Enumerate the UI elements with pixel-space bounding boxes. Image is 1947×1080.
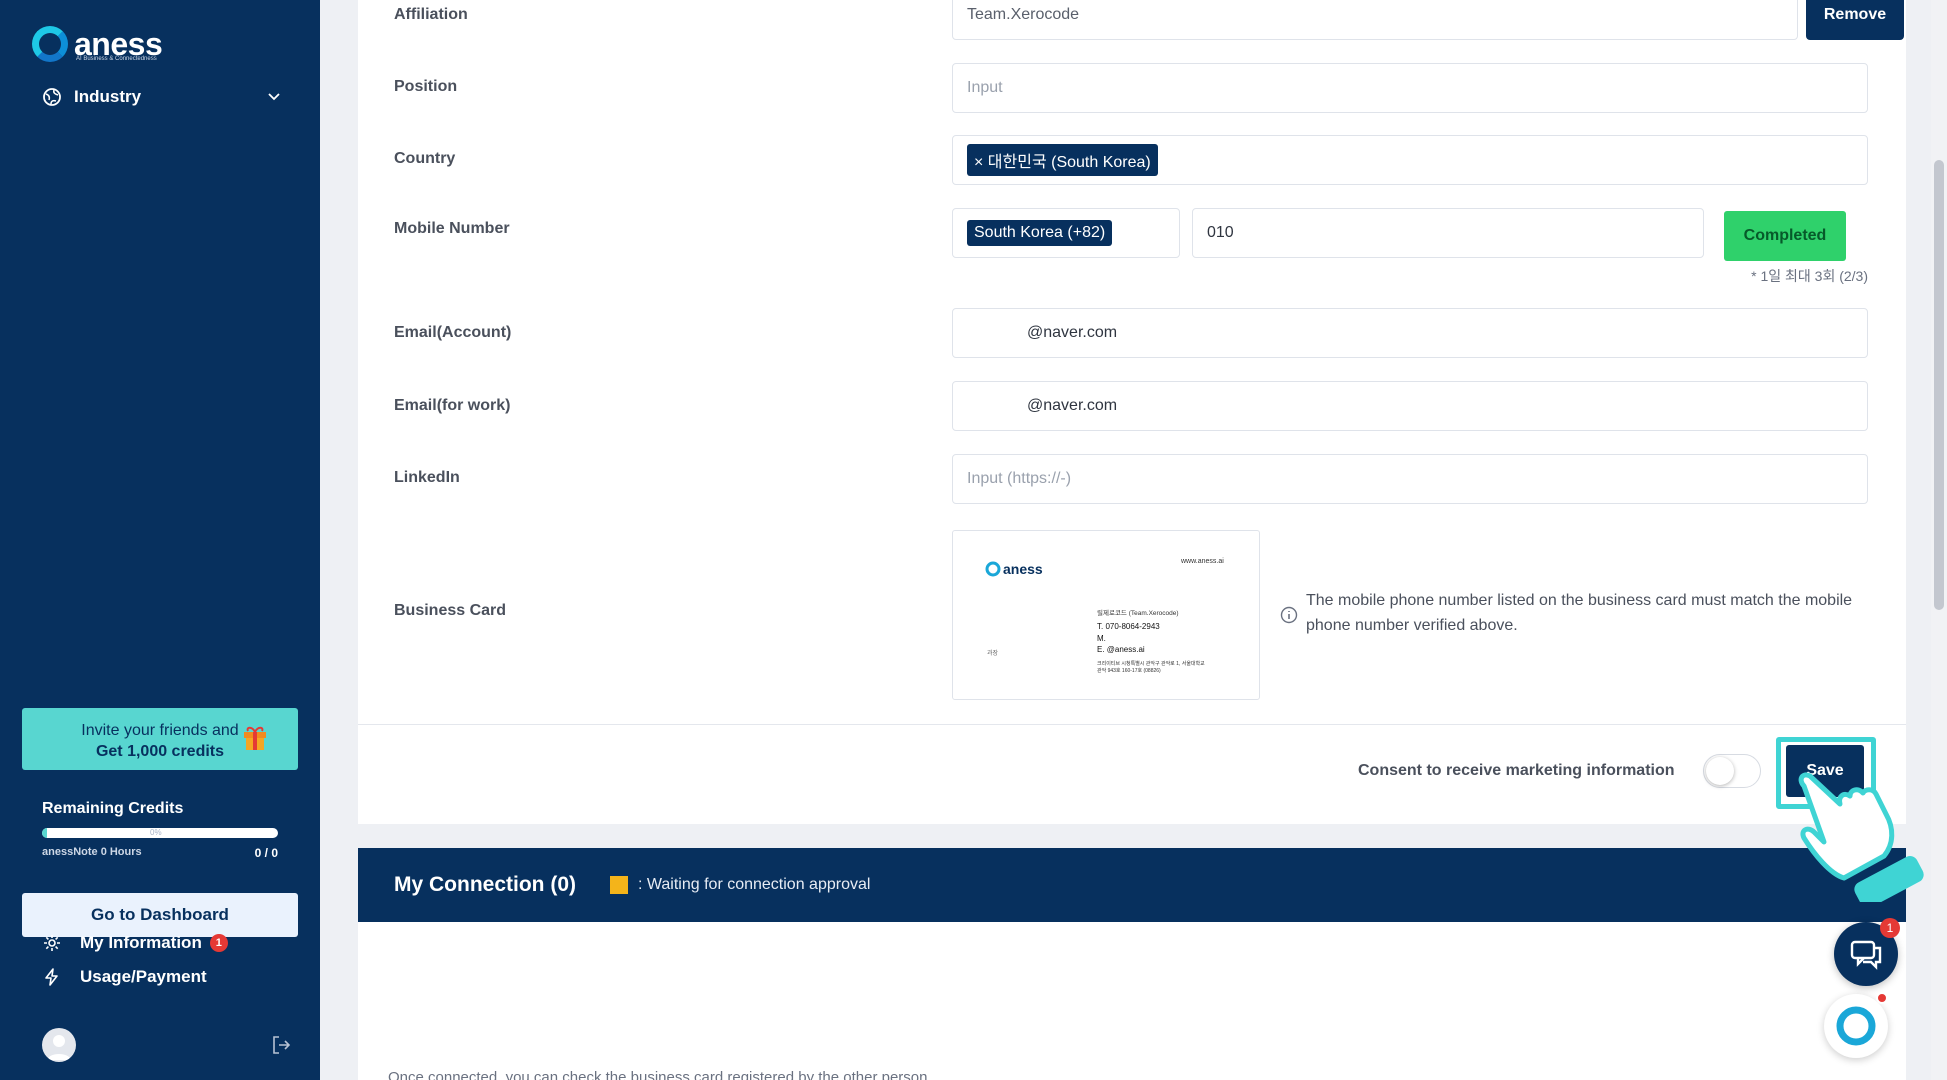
toggle-knob	[1706, 757, 1734, 785]
nav-usage-payment[interactable]: Usage/Payment	[42, 964, 207, 990]
profile-form-card: Affiliation Team.Xerocode Remove Positio…	[358, 0, 1906, 824]
credits-percent-label: 0%	[150, 828, 162, 837]
sidebar: aness AI Business & Connectedness Indust…	[0, 0, 320, 1080]
divider	[358, 724, 1906, 725]
nav-my-information[interactable]: My Information 1	[42, 930, 228, 956]
remaining-credits-title: Remaining Credits	[42, 800, 184, 817]
position-label: Position	[394, 78, 458, 95]
credits-progress-fill	[42, 828, 47, 838]
gear-icon	[44, 935, 60, 951]
notification-badge: 1	[209, 934, 228, 952]
invite-banner[interactable]: Invite your friends and Get 1,000 credit…	[22, 708, 298, 770]
marketing-consent-toggle[interactable]	[1703, 754, 1761, 788]
scrollbar-thumb[interactable]	[1934, 160, 1944, 610]
logout-icon[interactable]	[270, 1034, 292, 1056]
industry-label: Industry	[74, 87, 142, 106]
business-card-label: Business Card	[394, 602, 507, 619]
country-label: Country	[394, 150, 456, 167]
card-url-text: www.aness.ai	[1180, 558, 1224, 565]
card-email-text: E. @aness.ai	[1097, 645, 1145, 654]
linkedin-label: LinkedIn	[394, 469, 460, 486]
my-connection-header: My Connection (0) : Waiting for connecti…	[358, 848, 1906, 922]
position-input[interactable]: Input	[952, 63, 1868, 113]
my-connection-title: My Connection (0)	[394, 873, 576, 896]
business-card-preview: aness www.aness.ai 릴제로코드 (Team.Xerocode)…	[985, 558, 1224, 674]
pointing-hand-icon	[1798, 772, 1924, 902]
assistant-button[interactable]	[1824, 994, 1888, 1058]
email-work-label: Email(for work)	[394, 397, 511, 414]
logo[interactable]: aness AI Business & Connectedness	[32, 26, 163, 62]
affiliation-value: Team.Xerocode	[967, 6, 1080, 23]
lightning-icon	[45, 968, 58, 986]
card-company-text: 릴제로코드 (Team.Xerocode)	[1097, 609, 1179, 617]
card-mobile-text: M.	[1097, 634, 1106, 643]
scrollbar[interactable]	[1931, 0, 1947, 1080]
my-connection-body: Once connected, you can check the busine…	[358, 922, 1906, 1080]
card-address-line-1: 크리이티브 시청특별시 관악구 관악로 1, 서울대학교	[1097, 660, 1205, 667]
nav-label: Usage/Payment	[80, 967, 207, 986]
industry-dropdown[interactable]: Industry	[42, 82, 282, 112]
pending-legend-swatch	[610, 876, 628, 894]
card-logo-text: aness	[1003, 561, 1043, 577]
verification-completed-button[interactable]: Completed	[1724, 211, 1846, 261]
affiliation-label: Affiliation	[394, 6, 468, 23]
card-role-text: 과장	[987, 649, 999, 657]
card-phone-text: T. 070-8064-2943	[1097, 622, 1160, 631]
logo-text: aness	[74, 26, 163, 62]
country-select[interactable]: × 대한민국 (South Korea)	[952, 135, 1868, 185]
main-content: Affiliation Team.Xerocode Remove Positio…	[320, 0, 1947, 1080]
email-work-value: @naver.com	[1027, 397, 1118, 414]
email-account-field[interactable]: @naver.com	[952, 308, 1868, 358]
card-address-line-2: 관악 943호 160-17호 (08826)	[1097, 667, 1161, 674]
country-tag[interactable]: × 대한민국 (South Korea)	[967, 144, 1158, 176]
remove-button[interactable]: Remove	[1806, 0, 1904, 40]
affiliation-field[interactable]: Team.Xerocode	[952, 0, 1798, 40]
linkedin-placeholder: Input (https://-)	[967, 470, 1072, 487]
gift-icon	[244, 726, 266, 750]
nav-label: My Information	[80, 933, 202, 952]
info-icon	[1280, 606, 1298, 624]
marketing-consent-label: Consent to receive marketing information	[1358, 762, 1675, 779]
mobile-number-input[interactable]: 010	[1192, 208, 1704, 258]
avatar[interactable]	[42, 1028, 76, 1062]
user-icon	[47, 1035, 71, 1060]
verification-limit-note: * 1일 최대 3회 (2/3)	[1751, 268, 1868, 284]
globe-icon	[43, 88, 61, 106]
chat-notification-badge: 1	[1880, 918, 1900, 938]
email-account-label: Email(Account)	[394, 324, 512, 341]
aness-assistant-icon	[1836, 1006, 1876, 1046]
position-placeholder: Input	[967, 79, 1003, 96]
credits-note: anessNote 0 Hours	[42, 846, 142, 858]
email-work-input[interactable]: @naver.com	[952, 381, 1868, 431]
pending-legend-text: : Waiting for connection approval	[638, 876, 871, 893]
mobile-number-label: Mobile Number	[394, 220, 510, 237]
logo-mark-icon	[32, 26, 68, 62]
business-card-image[interactable]: aness www.aness.ai 릴제로코드 (Team.Xerocode)…	[952, 530, 1260, 700]
business-card-note: The mobile phone number listed on the bu…	[1306, 592, 1853, 634]
connection-note: Once connected, you can check the busine…	[388, 1069, 932, 1080]
credits-value: 0 / 0	[254, 846, 278, 860]
email-account-value: @naver.com	[1027, 324, 1118, 341]
assistant-notification-dot	[1876, 992, 1888, 1004]
logo-tagline: AI Business & Connectedness	[76, 56, 157, 62]
mobile-country-tag: South Korea (+82)	[967, 220, 1113, 246]
chevron-down-icon	[268, 93, 280, 101]
mobile-number-value: 010	[1207, 224, 1234, 241]
mobile-country-select[interactable]: South Korea (+82)	[952, 208, 1180, 258]
linkedin-input[interactable]: Input (https://-)	[952, 454, 1868, 504]
